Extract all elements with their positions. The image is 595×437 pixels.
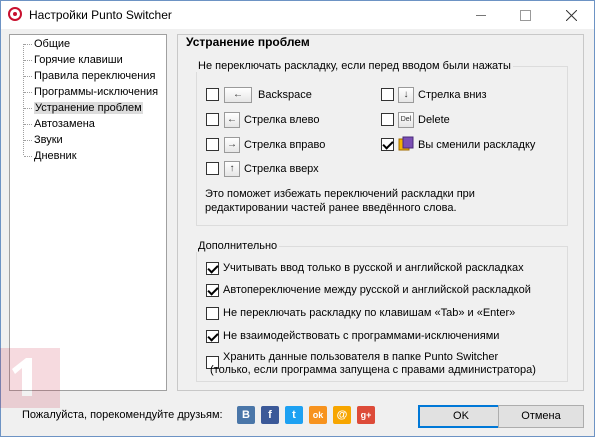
arrow-right-key-icon: →	[224, 137, 240, 153]
arrow-right-checkbox[interactable]	[206, 138, 219, 151]
punto-switcher-app-icon	[8, 7, 22, 21]
delete-checkbox[interactable]	[381, 113, 394, 126]
googleplus-icon[interactable]: g+	[357, 406, 375, 424]
delete-label: Delete	[418, 114, 450, 126]
no-interact-exceptions-checkbox[interactable]	[206, 330, 219, 343]
backspace-key-icon: ←	[224, 87, 252, 103]
maximize-button[interactable]	[503, 1, 548, 29]
tree-item-label: Программы-исключения	[34, 86, 159, 98]
store-user-data-label: Хранить данные пользователя в папке Punt…	[223, 351, 499, 363]
vk-icon[interactable]: В	[237, 406, 255, 424]
page-title: Устранение проблем	[186, 35, 310, 49]
group-title: Не переключать раскладку, если перед вво…	[196, 60, 513, 72]
store-user-data-note: (только, если программа запущена с права…	[210, 364, 536, 376]
ok-button[interactable]: OK	[418, 405, 504, 428]
tree-item-label: Звуки	[34, 134, 63, 146]
tree-item-diary[interactable]: Дневник	[24, 149, 77, 163]
tree-item-general[interactable]: Общие	[24, 37, 70, 51]
watermark-logo	[0, 348, 60, 408]
arrow-down-key-icon: ↓	[398, 87, 414, 103]
tab-enter-checkbox[interactable]	[206, 307, 219, 320]
group-title: Дополнительно	[196, 240, 280, 252]
hint-text: Это поможет избежать переключений раскла…	[205, 188, 475, 214]
layout-switch-icon	[398, 136, 414, 151]
tree-item-autocorrect[interactable]: Автозамена	[24, 117, 95, 131]
arrow-up-checkbox[interactable]	[206, 162, 219, 175]
cancel-button[interactable]: Отмена	[498, 405, 584, 428]
mail-icon[interactable]: @	[333, 406, 351, 424]
auto-switch-label: Автопереключение между русской и английс…	[223, 284, 531, 296]
settings-tree: Общие Горячие клавиши Правила переключен…	[9, 34, 167, 391]
tab-enter-label: Не переключать раскладку по клавишам «Ta…	[223, 307, 516, 319]
arrow-left-checkbox[interactable]	[206, 113, 219, 126]
arrow-up-label: Стрелка вверх	[244, 163, 319, 175]
window-title: Настройки Punto Switcher	[29, 8, 172, 22]
recommend-text: Пожалуйста, порекомендуйте друзьям:	[22, 409, 223, 421]
facebook-icon[interactable]: f	[261, 406, 279, 424]
odnoklassniki-icon[interactable]: ok	[309, 406, 327, 424]
title-bar[interactable]: Настройки Punto Switcher	[1, 1, 594, 29]
close-icon	[565, 9, 578, 21]
tree-item-switch-rules[interactable]: Правила переключения	[24, 69, 155, 83]
arrow-left-label: Стрелка влево	[244, 114, 320, 126]
arrow-left-key-icon: ←	[224, 112, 240, 128]
arrow-down-checkbox[interactable]	[381, 88, 394, 101]
close-button[interactable]	[549, 1, 594, 29]
tree-item-hotkeys[interactable]: Горячие клавиши	[24, 53, 123, 67]
tree-item-label: Дневник	[34, 150, 77, 162]
arrow-right-label: Стрелка вправо	[244, 139, 326, 151]
only-ru-en-label: Учитывать ввод только в русской и англий…	[223, 262, 524, 274]
tree-item-label: Автозамена	[34, 118, 95, 130]
backspace-checkbox[interactable]	[206, 88, 219, 101]
tree-item-label: Горячие клавиши	[34, 54, 123, 66]
minimize-icon	[475, 14, 486, 16]
tree-item-exception-programs[interactable]: Программы-исключения	[24, 85, 158, 99]
maximize-icon	[520, 9, 531, 21]
auto-switch-checkbox[interactable]	[206, 284, 219, 297]
layout-changed-checkbox[interactable]	[381, 138, 394, 151]
tree-item-sounds[interactable]: Звуки	[24, 133, 63, 147]
tree-item-label: Общие	[34, 38, 71, 50]
no-interact-exceptions-label: Не взаимодействовать с программами-исклю…	[223, 330, 500, 342]
twitter-icon[interactable]: t	[285, 406, 303, 424]
minimize-button[interactable]	[458, 1, 503, 29]
only-ru-en-checkbox[interactable]	[206, 262, 219, 275]
arrow-up-key-icon: ↑	[224, 161, 240, 177]
tree-item-label: Устранение проблем	[34, 102, 143, 114]
tree-item-label: Правила переключения	[34, 70, 156, 82]
backspace-label: Backspace	[258, 89, 312, 101]
delete-key-icon: Del	[398, 112, 414, 128]
layout-changed-label: Вы сменили раскладку	[418, 139, 536, 151]
arrow-down-label: Стрелка вниз	[418, 89, 487, 101]
tree-item-troubleshooting[interactable]: Устранение проблем	[24, 101, 143, 115]
